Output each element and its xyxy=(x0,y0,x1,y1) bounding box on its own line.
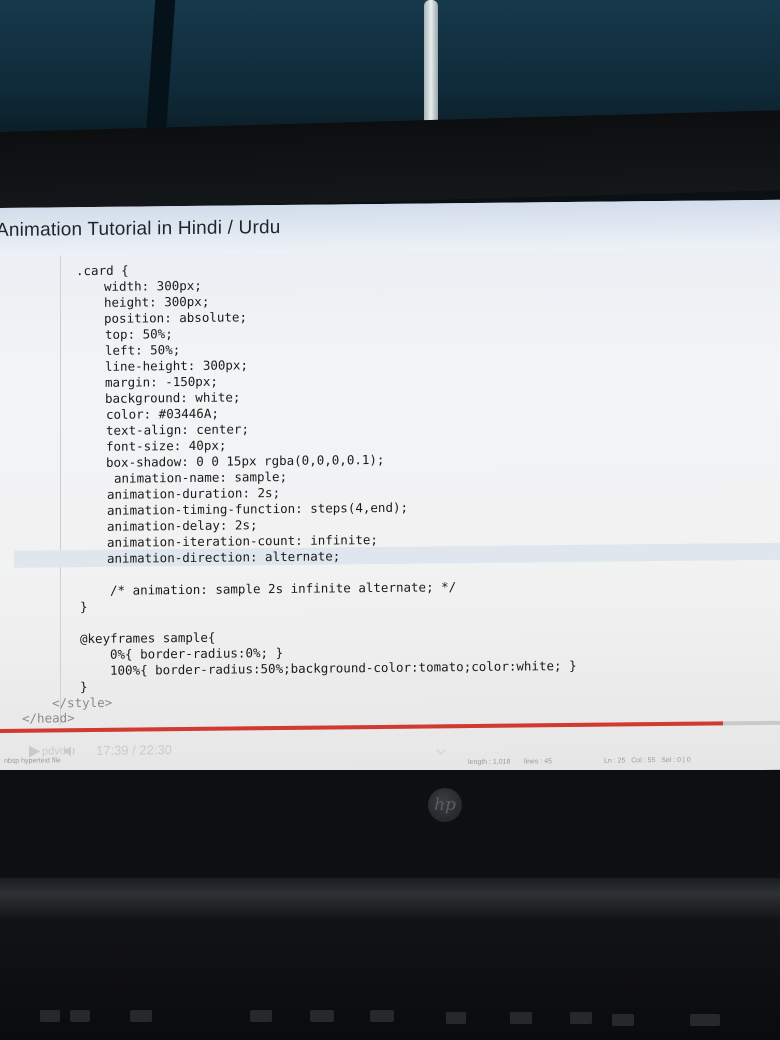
code-line: font-size: 40px; xyxy=(106,437,227,454)
code-line: background: white; xyxy=(105,389,241,406)
status-length: length : 1,018 xyxy=(468,758,511,767)
code-line: color: #03446A; xyxy=(106,405,219,422)
keyboard-key xyxy=(446,1012,466,1024)
volume-icon[interactable] xyxy=(62,743,78,759)
code-line: top: 50%; xyxy=(105,326,173,342)
code-line: animation-name: sample; xyxy=(114,468,288,486)
keyboard-key xyxy=(370,1010,394,1022)
laptop-keyboard xyxy=(0,918,780,1040)
code-line: height: 300px; xyxy=(104,293,210,310)
code-editor: .card { width: 300px; height: 300px; pos… xyxy=(14,248,780,726)
code-line: animation-direction: alternate; xyxy=(107,548,341,566)
code-line: left: 50%; xyxy=(105,342,181,358)
video-time: 17:39 / 22:30 xyxy=(96,742,172,758)
laptop-bezel-bottom xyxy=(0,770,780,880)
editor-gutter xyxy=(60,255,61,726)
code-line: } xyxy=(80,679,88,695)
status-position: Ln : 25 Col : 55 Sel : 0 | 0 xyxy=(604,756,691,765)
code-line: 0%{ border-radius:0%; } xyxy=(110,644,284,662)
code-line: </head> xyxy=(22,710,75,726)
chevron-down-icon[interactable] xyxy=(436,743,446,756)
code-line: box-shadow: 0 0 15px rgba(0,0,0,0.1); xyxy=(106,451,385,470)
laptop-screen: Animation Tutorial in Hindi / Urdu .card… xyxy=(0,199,780,779)
keyboard-key xyxy=(40,1010,60,1022)
code-line: position: absolute; xyxy=(104,309,247,326)
code-line: @keyframes sample{ xyxy=(80,629,216,647)
white-cable xyxy=(424,0,438,135)
status-file-type: nbsp hypertext file xyxy=(4,757,61,765)
keyboard-key xyxy=(130,1010,152,1022)
code-comment: /* animation: sample 2s infinite alterna… xyxy=(110,579,457,598)
code-line: line-height: 300px; xyxy=(105,357,248,374)
code-line-current: animation-timing-function: steps(4,end); xyxy=(107,499,409,518)
video-title: Animation Tutorial in Hindi / Urdu xyxy=(0,217,281,241)
keyboard-key xyxy=(690,1014,720,1026)
code-line: } xyxy=(80,599,88,615)
code-line: text-align: center; xyxy=(106,421,249,438)
hp-logo: hp xyxy=(428,788,462,822)
code-line: margin: -150px; xyxy=(105,373,218,390)
code-line: animation-duration: 2s; xyxy=(107,485,281,502)
keyboard-key xyxy=(70,1010,90,1022)
keyboard-key xyxy=(310,1010,334,1022)
code-line: </style> xyxy=(52,694,113,711)
keyboard-key xyxy=(510,1012,532,1024)
laptop-hinge xyxy=(0,878,780,918)
status-lines: lines : 45 xyxy=(524,758,553,766)
keyboard-key xyxy=(250,1010,272,1022)
code-line: width: 300px; xyxy=(104,277,202,294)
video-title-bar: Animation Tutorial in Hindi / Urdu xyxy=(0,199,780,256)
code-line: .card { xyxy=(76,262,129,279)
code-line: animation-delay: 2s; xyxy=(107,517,258,534)
keyboard-key xyxy=(612,1014,634,1026)
keyboard-key xyxy=(570,1012,592,1024)
